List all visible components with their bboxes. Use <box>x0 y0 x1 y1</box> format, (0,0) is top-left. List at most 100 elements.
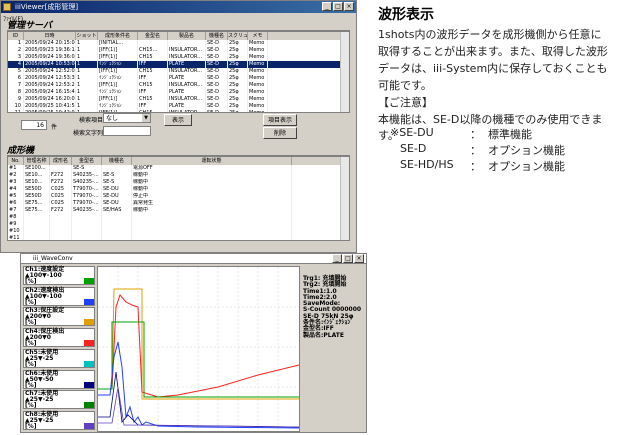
feature-model: SE-D <box>400 142 427 155</box>
channel-item[interactable]: Ch1:速度設定 ▲100▼-100 [%] <box>23 266 95 285</box>
table-cell: 1 <box>76 61 98 68</box>
table-cell: SE75... <box>24 200 50 207</box>
delete-button[interactable]: 削除 <box>263 127 297 139</box>
table-cell <box>24 221 50 228</box>
table-cell: CH15 <box>138 68 168 75</box>
table-cell <box>50 221 72 228</box>
table-row[interactable]: #2 SE10... F272 S40235-... SE-S 稼動中 <box>8 172 349 179</box>
table-cell: F272 <box>50 207 72 214</box>
table-row[interactable]: 10 2005/09/25 10:41:52 1 ｲﾝｼﾞｪｸｼｮﾝ IFF PLATE S… <box>8 103 349 110</box>
column-header[interactable]: No. <box>8 157 24 165</box>
display-button[interactable]: 表示 <box>164 114 192 126</box>
table-cell: 5 <box>8 68 24 75</box>
table-cell <box>102 214 132 221</box>
table-row[interactable]: #10 <box>8 228 349 235</box>
table-cell: 7 <box>8 82 24 89</box>
app-icon <box>3 3 11 11</box>
table-cell: Memo <box>248 89 268 96</box>
channel-item[interactable]: Ch6:未使用 ▲50▼-50 [%] <box>23 369 95 389</box>
column-header[interactable]: スクリュ径 <box>228 32 248 40</box>
table-row[interactable]: #9 <box>8 221 349 228</box>
column-header[interactable]: 機種名 <box>206 32 228 40</box>
close-button[interactable]: × <box>344 2 354 11</box>
table-row[interactable]: 4 2005/09/24 10:53:04 1 ｲﾝｼﾞｪｸｼｮﾝ IFF PLATE SE… <box>8 61 349 68</box>
table-cell: ｲﾝｼﾞｪｸｼｮﾝ <box>98 61 138 68</box>
column-header[interactable]: 機種名 <box>102 157 132 165</box>
description-line: 可能です。 <box>378 79 432 92</box>
column-header[interactable]: 運転状態 <box>132 157 292 165</box>
table-row[interactable]: 6 2005/09/24 12:53:36 1 ｲﾝｼﾞｪｸｼｮﾝ IFF PLATE SE… <box>8 75 349 82</box>
table-cell <box>50 235 72 240</box>
table-cell: [IFF(1)] <box>98 96 138 103</box>
search-text-input[interactable] <box>103 126 151 136</box>
column-header[interactable]: 日時 <box>24 32 76 40</box>
machine-table-scrollbar[interactable] <box>340 157 349 240</box>
column-header[interactable]: メモ <box>248 32 268 40</box>
table-row[interactable]: 2 2005/09/23 19:36:12 1 [IFF(1)] CH15... INSU… <box>8 47 349 54</box>
feature-model: ※SE-DU <box>390 126 434 139</box>
table-cell: 1 <box>76 54 98 61</box>
channel-item[interactable]: Ch8:未使用 ▲25▼-25 [%] <box>23 410 95 430</box>
server-table-scrollbar[interactable] <box>340 32 349 112</box>
channel-item[interactable]: Ch5:未使用 ▲25▼-25 [%] <box>23 348 95 368</box>
maximize-button[interactable]: □ <box>343 254 353 263</box>
table-cell: 25φ <box>228 89 248 96</box>
table-cell: INSULATOR... <box>168 47 206 54</box>
minimize-button[interactable]: _ <box>322 2 332 11</box>
table-cell: 2005/09/24 12:52:02 <box>25 68 76 75</box>
table-cell: 25φ <box>228 61 248 68</box>
table-cell: PLATE <box>168 103 206 110</box>
table-row[interactable]: #1 SE100... SE-S 電源OFF <box>8 165 349 172</box>
table-row[interactable]: 1 2005/09/24 20:15:04 1 [INITIAL... SE-D 25φ M… <box>8 40 349 47</box>
table-row[interactable]: 7 2005/09/24 12:53:25 1 [IFF(1)] CH15 INSULAT… <box>8 82 349 89</box>
search-item-select[interactable]: なし ▼ <box>103 113 151 123</box>
channel-item[interactable]: Ch4:保圧検出 ▲200▼0 [%] <box>23 328 95 348</box>
server-table-body: 1 2005/09/24 20:15:04 1 [INITIAL... SE-D 25φ M… <box>8 40 349 112</box>
table-cell: #7 <box>8 207 24 214</box>
table-cell: C025 <box>50 186 72 193</box>
table-cell <box>72 214 102 221</box>
table-row[interactable]: #6 SE75... C025 T79070-... SE-DU 異常発生 <box>8 200 349 207</box>
table-row[interactable]: 5 2005/09/24 12:52:02 1 [IFF(1)] CH15 INSULAT… <box>8 68 349 75</box>
column-header[interactable]: 金型名 <box>72 157 102 165</box>
table-cell: 25φ <box>228 54 248 61</box>
column-header[interactable]: 管理名称 <box>24 157 50 165</box>
table-row[interactable]: #3 SE10... F272 S40235-... SE-S 稼動中 <box>8 179 349 186</box>
table-row[interactable]: #4 SE50D C025 T79070-... SE-DU 稼動中 <box>8 186 349 193</box>
maximize-button[interactable]: □ <box>333 2 343 11</box>
column-header[interactable]: ID <box>8 32 24 40</box>
table-row[interactable]: 9 2005/09/24 16:20:00 1 [IFF(1)] CH15 INSULAT… <box>8 96 349 103</box>
channel-item[interactable]: Ch3:保圧設定 ▲200▼0 [%] <box>23 307 95 327</box>
table-row[interactable]: 3 2005/09/24 19:36:05 1 [IFF(1)] CH15 INSULAT… <box>8 54 349 61</box>
table-cell: SE75... <box>24 207 50 214</box>
table-cell: 25φ <box>228 75 248 82</box>
column-header[interactable]: 金型名 <box>138 32 168 40</box>
table-row[interactable]: #5 SE50D C025 T79070-... SE-DU 停止中 <box>8 193 349 200</box>
server-table[interactable]: ID日時ショット成形条件名金型名製品名機種名スクリュ径メモ 12005/09/2… <box>7 31 350 113</box>
column-header[interactable]: ショット <box>76 32 98 40</box>
close-button[interactable]: × <box>354 254 364 263</box>
table-cell: Memo <box>248 103 268 110</box>
table-row[interactable]: #8 <box>8 214 349 221</box>
column-header[interactable]: 成形名 <box>50 157 72 165</box>
wave-window: iii_WaveConv _ □ × Ch1:速度設定 ▲100▼-100 [%] C… <box>20 253 367 433</box>
table-row[interactable]: #11 <box>8 235 349 240</box>
table-cell: CH15... <box>138 47 168 54</box>
column-header[interactable]: 成形条件名 <box>98 32 138 40</box>
table-cell: [IFF(1)] <box>98 47 138 54</box>
minimize-button[interactable]: _ <box>332 254 342 263</box>
table-cell <box>72 221 102 228</box>
table-row[interactable]: #7 SE75... F272 S40235-... SE/HAS 稼動中 <box>8 207 349 214</box>
table-cell: #3 <box>8 179 24 186</box>
column-header[interactable]: 製品名 <box>168 32 206 40</box>
table-row[interactable]: 8 2005/09/24 16:15:46 1 ｲﾝｼﾞｪｸｼｮﾝ IFF PLATE SE… <box>8 89 349 96</box>
table-row[interactable]: 11 2005/09/25 10:42:04 1 [IFF(1)] CH15 INSULA… <box>8 110 349 112</box>
machine-table[interactable]: No. 管理名称 成形名 金型名 機種名 運転状態 #1 SE100... SE-S 電源OFF… <box>7 156 350 241</box>
channel-item[interactable]: Ch7:未使用 ▲25▼-25 [%] <box>23 390 95 410</box>
item-display-button[interactable]: 項目表示 <box>263 114 297 126</box>
table-cell: SE50D <box>24 186 50 193</box>
table-cell: 1 <box>76 110 98 112</box>
table-cell <box>102 221 132 228</box>
table-cell <box>132 214 292 221</box>
channel-item[interactable]: Ch2:速度検出 ▲100▼-100 [%] <box>23 286 95 306</box>
